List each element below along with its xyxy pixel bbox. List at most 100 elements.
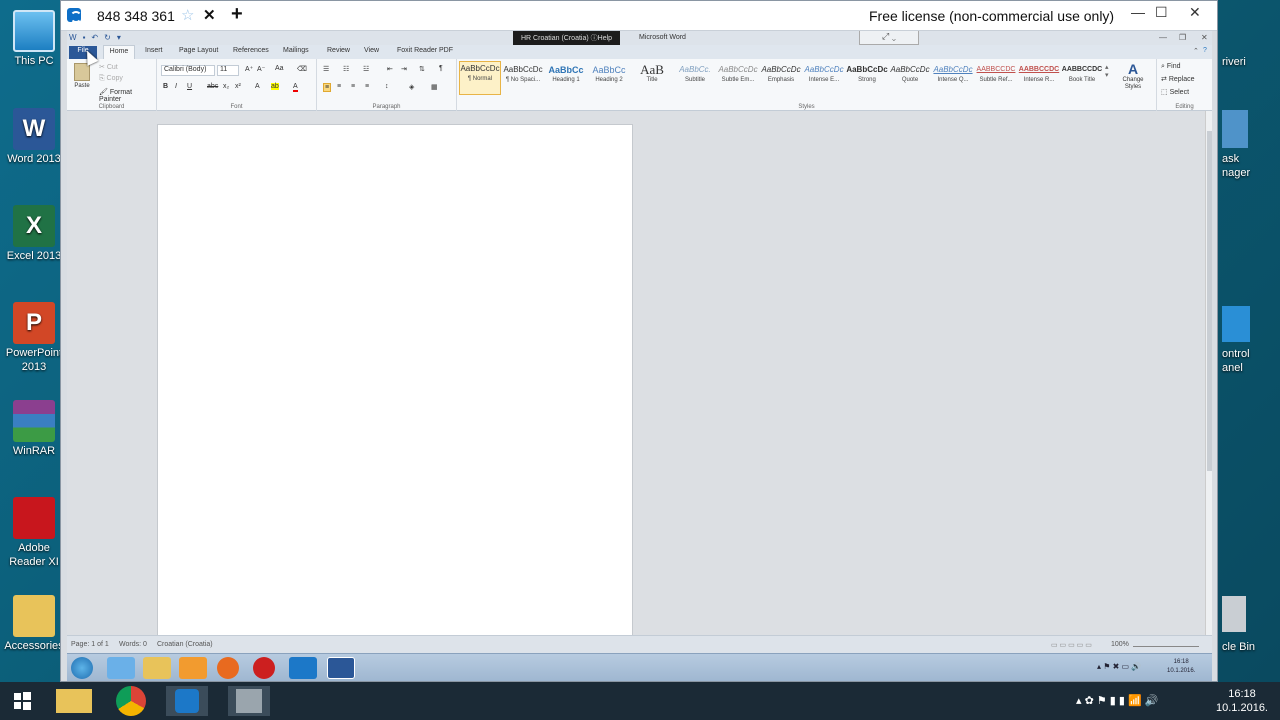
decrease-indent-icon[interactable]: ⇤ bbox=[387, 65, 393, 73]
undo-icon[interactable]: ↶ bbox=[91, 33, 98, 42]
tab-home[interactable]: Home bbox=[103, 45, 135, 59]
style-normal[interactable]: AaBbCcDc ¶ Normal bbox=[459, 61, 501, 95]
tab-references[interactable]: References bbox=[233, 47, 269, 54]
new-tab-icon[interactable]: + bbox=[231, 3, 243, 26]
bold-icon[interactable]: B bbox=[163, 83, 168, 90]
maximize-icon[interactable]: ☐ bbox=[1155, 4, 1168, 21]
word-close-icon[interactable]: ✕ bbox=[1201, 33, 1208, 42]
remote-start-button[interactable] bbox=[71, 657, 93, 679]
zoom-level[interactable]: 100% bbox=[1111, 641, 1129, 648]
style-intense-quote[interactable]: AaBbCcDc Intense Q... bbox=[932, 63, 974, 83]
format-painter-button[interactable]: 🖌 Format Painter bbox=[99, 88, 156, 103]
font-color-icon[interactable]: A bbox=[293, 83, 298, 92]
teamviewer-panel-toggle[interactable]: ⤢ ⌄ bbox=[859, 31, 919, 45]
text-effects-icon[interactable]: A bbox=[255, 83, 260, 90]
style-strong[interactable]: AaBbCcDc Strong bbox=[846, 63, 888, 83]
paste-button[interactable]: Paste bbox=[71, 63, 93, 89]
styles-scroll-icon[interactable]: ▴ ▾ bbox=[1105, 63, 1109, 79]
desktop-icon-control-panel[interactable]: ontrol anel bbox=[1222, 347, 1250, 375]
multilevel-list-icon[interactable]: ☳ bbox=[363, 65, 369, 73]
change-case-icon[interactable]: Aa bbox=[275, 65, 284, 72]
font-name-select[interactable]: Calibri (Body) bbox=[161, 65, 215, 76]
desktop-icon-adobe-reader[interactable]: Adobe Reader XI bbox=[0, 497, 68, 569]
file-explorer-icon[interactable] bbox=[56, 689, 92, 713]
language-bar-help[interactable]: Help bbox=[598, 35, 612, 42]
style-intense-emphasis[interactable]: AaBbCcDc Intense E... bbox=[803, 63, 845, 83]
tab-review[interactable]: Review bbox=[327, 47, 350, 54]
style-emphasis[interactable]: AaBbCcDc Emphasis bbox=[760, 63, 802, 83]
style-title[interactable]: AaB Title bbox=[631, 63, 673, 83]
increase-indent-icon[interactable]: ⇥ bbox=[401, 65, 407, 73]
select-button[interactable]: ⬚ Select bbox=[1161, 88, 1189, 96]
align-right-icon[interactable]: ≡ bbox=[351, 83, 355, 90]
style-subtle-emphasis[interactable]: AaBbCcDc Subtle Em... bbox=[717, 63, 759, 83]
opera-icon[interactable] bbox=[253, 657, 275, 679]
style-no-spacing[interactable]: AaBbCcDc ¶ No Spaci... bbox=[502, 63, 544, 83]
underline-icon[interactable]: U bbox=[187, 83, 192, 90]
session-tab-title[interactable]: 848 348 361 bbox=[97, 8, 175, 24]
redo-icon[interactable]: ↻ bbox=[104, 33, 111, 42]
tab-page-layout[interactable]: Page Layout bbox=[179, 47, 218, 54]
tab-view[interactable]: View bbox=[364, 47, 379, 54]
highlight-icon[interactable]: ab bbox=[271, 83, 279, 90]
desktop-icon-this-pc[interactable]: This PC bbox=[0, 10, 68, 68]
numbering-icon[interactable]: ☷ bbox=[343, 65, 349, 73]
copy-button[interactable]: ⎘ Copy bbox=[99, 75, 123, 83]
page-count[interactable]: Page: 1 of 1 bbox=[71, 641, 109, 648]
language-bar[interactable]: HR Croatian (Croatia) ⓘHelp bbox=[513, 31, 621, 45]
tab-insert[interactable]: Insert bbox=[145, 47, 163, 54]
style-heading-2[interactable]: AaBbCc Heading 2 bbox=[588, 63, 630, 83]
desktop-icon-winrar[interactable]: WinRAR bbox=[0, 400, 68, 458]
strikethrough-icon[interactable]: abc bbox=[207, 83, 218, 90]
tab-mailings[interactable]: Mailings bbox=[283, 47, 309, 54]
desktop-icon-word[interactable]: W Word 2013 bbox=[0, 108, 68, 166]
style-quote[interactable]: AaBbCcDc Quote bbox=[889, 63, 931, 83]
word-taskbar-icon[interactable] bbox=[327, 657, 355, 679]
style-heading-1[interactable]: AaBbCc Heading 1 bbox=[545, 63, 587, 83]
style-subtitle[interactable]: AaBbCc. Subtitle bbox=[674, 63, 716, 83]
teamviewer-icon[interactable] bbox=[289, 657, 317, 679]
desktop-icon-recycle-bin[interactable]: cle Bin bbox=[1222, 640, 1255, 654]
window-close-icon[interactable]: ✕ bbox=[1189, 4, 1201, 21]
style-subtle-reference[interactable]: AABBCCDC Subtle Ref... bbox=[975, 63, 1017, 83]
word-restore-icon[interactable]: ❐ bbox=[1179, 33, 1186, 42]
teamviewer-taskbar-button[interactable] bbox=[166, 686, 208, 716]
customize-qat-icon[interactable]: ▾ bbox=[117, 33, 121, 42]
word-count[interactable]: Words: 0 bbox=[119, 641, 147, 648]
cut-button[interactable]: ✂ Cut bbox=[99, 63, 118, 71]
remote-tray-icons[interactable]: ▴ ⚑ ✖ ▭ 🔊 bbox=[1097, 662, 1141, 671]
desktop-icon-powerpoint[interactable]: P PowerPoint 2013 bbox=[0, 302, 68, 374]
help-question-icon[interactable]: ? bbox=[1203, 47, 1207, 54]
style-intense-reference[interactable]: AABBCCDC Intense R... bbox=[1018, 63, 1060, 83]
desktop-icon-task-manager[interactable]: ask nager bbox=[1222, 152, 1250, 180]
shrink-font-icon[interactable]: A⁻ bbox=[257, 65, 265, 73]
shading-icon[interactable]: ◈ bbox=[409, 83, 414, 91]
minimize-icon[interactable]: — bbox=[1131, 4, 1145, 20]
language-status[interactable]: Croatian (Croatia) bbox=[157, 641, 213, 648]
close-tab-icon[interactable]: ✕ bbox=[203, 6, 216, 24]
ie-icon[interactable] bbox=[107, 657, 135, 679]
tray-icons[interactable]: ▴ ✿ ⚑ ▮ ▮ 📶 🔊 bbox=[1076, 694, 1158, 707]
view-buttons-icon[interactable]: ▭ ▭ ▭ ▭ ▭ bbox=[1051, 641, 1092, 649]
document-page[interactable] bbox=[157, 124, 633, 644]
align-center-icon[interactable]: ≡ bbox=[337, 83, 341, 90]
bullets-icon[interactable]: ☰ bbox=[323, 65, 329, 73]
video-app-taskbar-button[interactable] bbox=[228, 686, 270, 716]
chrome-icon[interactable] bbox=[116, 686, 146, 716]
sort-icon[interactable]: ⇅ bbox=[419, 65, 425, 73]
subscript-icon[interactable]: x₂ bbox=[223, 83, 229, 90]
clear-formatting-icon[interactable]: ⌫ bbox=[297, 65, 307, 73]
grow-font-icon[interactable]: A⁺ bbox=[245, 65, 253, 73]
explorer-icon[interactable] bbox=[143, 657, 171, 679]
local-clock[interactable]: 16:18 10.1.2016. bbox=[1212, 687, 1272, 715]
line-spacing-icon[interactable]: ↕ bbox=[385, 83, 389, 90]
justify-icon[interactable]: ≡ bbox=[365, 83, 369, 90]
vertical-scrollbar[interactable] bbox=[1205, 111, 1212, 635]
ribbon-collapse-icon[interactable]: ⌃ bbox=[1193, 47, 1199, 55]
align-left-icon[interactable]: ≡ bbox=[323, 83, 332, 92]
find-button[interactable]: ⌕ Find bbox=[1161, 63, 1181, 71]
desktop-icon-excel[interactable]: X Excel 2013 bbox=[0, 205, 68, 263]
media-player-icon[interactable] bbox=[179, 657, 207, 679]
replace-button[interactable]: ⇄ Replace bbox=[1161, 75, 1195, 83]
desktop-icon-drivers[interactable]: riveri bbox=[1222, 55, 1246, 69]
